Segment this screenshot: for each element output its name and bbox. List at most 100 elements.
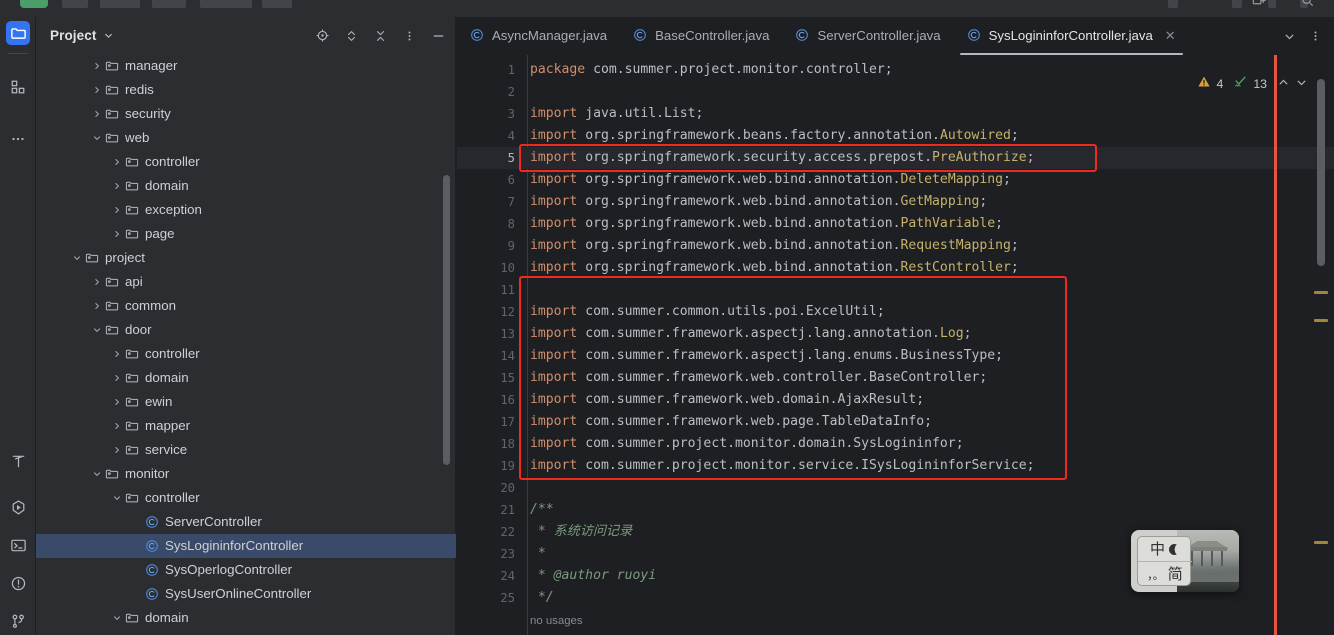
tree-item-class[interactable]: ServerController (36, 510, 456, 534)
chevron-right-icon[interactable] (90, 84, 103, 97)
more-options-icon[interactable] (399, 26, 419, 46)
code-line[interactable]: 18 import com.summer.project.monitor.doma… (457, 433, 1334, 455)
ime-punctuation-mode[interactable]: ，。 简 (1138, 562, 1192, 587)
tree-item-folder[interactable]: api (36, 270, 456, 294)
chevron-down-icon[interactable] (103, 30, 114, 41)
editor-scrollbar[interactable] (1317, 79, 1325, 266)
warning-marker[interactable] (1314, 291, 1328, 294)
tab-list-chevron-icon[interactable] (1278, 25, 1300, 47)
code-line[interactable]: 6 import org.springframework.web.bind.ann… (457, 169, 1334, 191)
new-ui-icon[interactable] (1252, 0, 1267, 11)
git-branch-icon[interactable] (6, 609, 30, 633)
tab-options-icon[interactable] (1304, 25, 1326, 47)
toolbar-ghost-item[interactable] (200, 0, 252, 8)
project-tree[interactable]: manager redis security web controller domain e… (36, 54, 456, 635)
tree-item-folder[interactable]: security (36, 102, 456, 126)
editor-tab[interactable]: ServerController.java (782, 17, 953, 55)
toolbar-ghost-item[interactable] (152, 0, 186, 8)
tree-item-class[interactable]: SysLogininforController (36, 534, 456, 558)
chevron-right-icon[interactable] (110, 420, 123, 433)
previous-problem-icon[interactable] (1277, 76, 1290, 92)
code-line[interactable]: 7 import org.springframework.web.bind.ann… (457, 191, 1334, 213)
run-icon[interactable] (6, 495, 30, 519)
chevron-down-icon[interactable] (110, 492, 123, 505)
toolbar-ghost-item[interactable] (1232, 0, 1242, 8)
tree-item-class[interactable]: SysUserOnlineController (36, 582, 456, 606)
tree-item-folder[interactable]: web (36, 126, 456, 150)
code-line[interactable]: 12 import com.summer.common.utils.poi.Exc… (457, 301, 1334, 323)
run-configuration-chip[interactable] (20, 0, 48, 8)
code-line[interactable]: 15 import com.summer.framework.web.contro… (457, 367, 1334, 389)
search-icon[interactable] (1300, 0, 1315, 11)
locate-file-icon[interactable] (312, 26, 332, 46)
chevron-right-icon[interactable] (110, 396, 123, 409)
tree-item-folder[interactable]: ewin (36, 390, 456, 414)
tree-item-folder[interactable]: mapper (36, 414, 456, 438)
problems-icon[interactable] (6, 571, 30, 595)
chevron-right-icon[interactable] (110, 228, 123, 241)
code-line[interactable]: 19 import com.summer.project.monitor.serv… (457, 455, 1334, 477)
tree-item-folder[interactable]: controller (36, 342, 456, 366)
editor-tab[interactable]: AsyncManager.java (457, 17, 620, 55)
toolbar-ghost-item[interactable] (1268, 0, 1276, 8)
code-line[interactable]: 16 import com.summer.framework.web.domain… (457, 389, 1334, 411)
close-icon[interactable]: ✕ (1165, 28, 1176, 44)
code-line[interactable]: 11 (457, 279, 1334, 301)
chevron-right-icon[interactable] (110, 180, 123, 193)
chevron-down-icon[interactable] (90, 324, 103, 337)
code-line[interactable]: 4 import org.springframework.beans.factor… (457, 125, 1334, 147)
tree-item-folder[interactable]: redis (36, 78, 456, 102)
chevron-right-icon[interactable] (90, 276, 103, 289)
hide-panel-icon[interactable] (428, 26, 448, 46)
tree-item-folder[interactable]: monitor (36, 462, 456, 486)
tree-item-folder[interactable]: door (36, 318, 456, 342)
project-tree-scrollbar[interactable] (443, 175, 450, 465)
code-line[interactable]: 3 import java.util.List; (457, 103, 1334, 125)
code-line[interactable]: 5 import org.springframework.security.acc… (457, 147, 1334, 169)
code-line[interactable]: 10 import org.springframework.web.bind.an… (457, 257, 1334, 279)
code-line[interactable]: 17 import com.summer.framework.web.page.T… (457, 411, 1334, 433)
warning-marker[interactable] (1314, 319, 1328, 322)
ime-mode-box[interactable]: 中 ，。 简 (1137, 536, 1192, 587)
code-line[interactable]: 14 import com.summer.framework.aspectj.la… (457, 345, 1334, 367)
toolbar-ghost-item[interactable] (262, 0, 292, 8)
chevron-right-icon[interactable] (90, 108, 103, 121)
inspection-widget[interactable]: 4 13 (1197, 75, 1308, 92)
editor-tab[interactable]: BaseController.java (620, 17, 782, 55)
toolbar-ghost-item[interactable] (100, 0, 140, 8)
tree-item-folder[interactable]: controller (36, 486, 456, 510)
editor-tab[interactable]: SysLogininforController.java ✕ (953, 17, 1189, 55)
tree-item-folder[interactable]: page (36, 222, 456, 246)
tree-item-folder[interactable]: domain (36, 174, 456, 198)
chevron-right-icon[interactable] (90, 60, 103, 73)
chevron-right-icon[interactable] (90, 300, 103, 313)
chevron-right-icon[interactable] (110, 204, 123, 217)
structure-icon[interactable] (6, 75, 30, 99)
tree-item-folder[interactable]: domain (36, 366, 456, 390)
tree-item-folder[interactable]: manager (36, 54, 456, 78)
tree-item-folder[interactable]: project (36, 246, 456, 270)
usages-hint[interactable]: no usages (530, 610, 583, 632)
chevron-right-icon[interactable] (110, 348, 123, 361)
tree-item-folder[interactable]: service (36, 438, 456, 462)
chevron-right-icon[interactable] (110, 156, 123, 169)
chevron-down-icon[interactable] (70, 252, 83, 265)
more-tool-windows-icon[interactable] (6, 127, 30, 151)
chevron-down-icon[interactable] (110, 612, 123, 625)
tree-item-class[interactable]: SysOperlogController (36, 558, 456, 582)
tree-item-folder[interactable]: exception (36, 198, 456, 222)
warning-marker[interactable] (1314, 541, 1328, 544)
code-line[interactable]: 13 import com.summer.framework.aspectj.la… (457, 323, 1334, 345)
toolbar-ghost-item[interactable] (1168, 0, 1178, 8)
tree-item-folder[interactable]: controller (36, 150, 456, 174)
chevron-down-icon[interactable] (90, 468, 103, 481)
toolbar-ghost-item[interactable] (62, 0, 88, 8)
build-hammer-icon[interactable] (6, 449, 30, 473)
expand-collapse-icon[interactable] (341, 26, 361, 46)
code-line[interactable]: 8 import org.springframework.web.bind.ann… (457, 213, 1334, 235)
chevron-right-icon[interactable] (110, 444, 123, 457)
tree-item-folder[interactable]: domain (36, 606, 456, 630)
code-line[interactable]: 9 import org.springframework.web.bind.ann… (457, 235, 1334, 257)
collapse-all-icon[interactable] (370, 26, 390, 46)
ime-indicator-widget[interactable]: 中 ，。 简 (1131, 530, 1239, 592)
